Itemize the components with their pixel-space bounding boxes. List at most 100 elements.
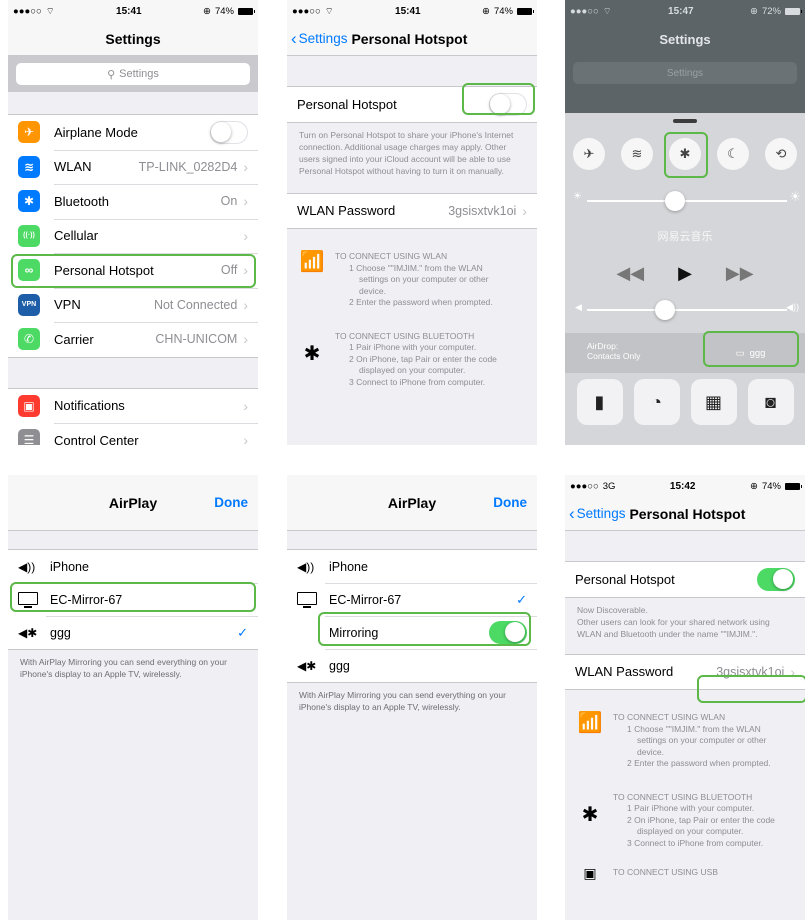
- device-row-ec-mirror[interactable]: EC-Mirror-67 ✓: [287, 583, 537, 616]
- settings-row-value: On: [220, 194, 238, 209]
- search-icon: ⚲: [107, 68, 116, 81]
- airdrop-button[interactable]: AirDrop: Contacts Only: [565, 333, 696, 373]
- rotation-lock-icon[interactable]: ⟲: [765, 138, 797, 170]
- phone-icon: ✆: [18, 328, 40, 351]
- brightness-slider[interactable]: [587, 191, 787, 211]
- device-row-ggg[interactable]: ◀✱ ggg ✓: [8, 616, 258, 649]
- tv-icon: [18, 591, 40, 608]
- password-group: WLAN Password 3gsisxtvk1oi ›: [287, 192, 537, 229]
- done-button[interactable]: Done: [214, 495, 248, 510]
- play-icon[interactable]: ▶: [678, 263, 692, 284]
- search-input[interactable]: ⚲ Settings: [16, 63, 250, 85]
- done-button[interactable]: Done: [493, 495, 527, 510]
- mirroring-label: Mirroring: [329, 625, 379, 640]
- settings-row-label: Airplane Mode: [54, 124, 138, 140]
- back-button[interactable]: ‹ Settings: [569, 505, 625, 522]
- settings-row-label: Bluetooth: [54, 193, 109, 209]
- settings-row-notifications[interactable]: ▣ Notifications ›: [8, 389, 258, 424]
- bt-step-3: 3 Connect to iPhone from computer.: [627, 837, 764, 848]
- bt-step-1: 1 Pair iPhone with your computer.: [627, 803, 755, 813]
- device-row-iphone[interactable]: ◀)) iPhone: [8, 550, 258, 583]
- do-not-disturb-icon[interactable]: ☾: [717, 138, 749, 170]
- network-type: 3G: [602, 480, 616, 492]
- wlan-instructions: 📶 TO CONNECT USING WLAN 1 Choose ""IMJIM…: [287, 243, 537, 309]
- usb-instructions: ▣ TO CONNECT USING USB: [565, 859, 805, 882]
- status-bar: ●●●○○ ⌔ 15:41 ⊕ 74%: [8, 0, 258, 22]
- lock-icon: ⊕: [750, 480, 758, 492]
- password-label: WLAN Password: [297, 203, 396, 219]
- page-title: AirPlay: [387, 494, 437, 511]
- toggle-row: ✈ ≋ ✱ ☾ ⟲: [565, 138, 805, 170]
- wlan-password-row[interactable]: WLAN Password 3gsisxtvk1oi ›: [565, 655, 805, 690]
- airplay-note: With AirPlay Mirroring you can send ever…: [20, 657, 227, 679]
- page-title: AirPlay: [108, 494, 158, 511]
- device-row-ec-mirror[interactable]: EC-Mirror-67: [8, 583, 258, 616]
- device-row-ggg[interactable]: ◀✱ ggg: [287, 649, 537, 682]
- rewind-icon[interactable]: ◀◀: [616, 263, 644, 284]
- wlan-password-row[interactable]: WLAN Password 3gsisxtvk1oi ›: [287, 194, 537, 229]
- airplay-note: With AirPlay Mirroring you can send ever…: [299, 690, 506, 712]
- page-title: Settings: [105, 30, 161, 47]
- back-button[interactable]: ‹ Settings: [291, 30, 347, 47]
- mirroring-toggle[interactable]: [489, 621, 527, 644]
- battery-icon: [784, 482, 802, 490]
- grabber-handle[interactable]: [673, 119, 697, 123]
- lock-icon: ⊕: [482, 5, 490, 17]
- battery-percent: 74%: [761, 480, 781, 492]
- hotspot-toggle[interactable]: [757, 567, 795, 591]
- airplane-mode-icon[interactable]: ✈: [573, 138, 605, 170]
- wlan-step-1c: device.: [637, 746, 664, 757]
- chevron-right-icon: ›: [243, 262, 248, 279]
- settings-row-control-center[interactable]: ☰ Control Center ›: [8, 423, 258, 445]
- device-name: iPhone: [329, 559, 368, 574]
- wifi-icon[interactable]: ≋: [621, 138, 653, 170]
- vpn-icon: VPN: [18, 293, 40, 316]
- settings-row-cellular[interactable]: ((·)) Cellular ›: [8, 218, 258, 254]
- airdrop-label: AirDrop:: [587, 341, 619, 351]
- nav-bar: AirPlay Done: [8, 475, 258, 531]
- hotspot-toggle-group: Personal Hotspot: [287, 86, 537, 123]
- chevron-left-icon: ‹: [291, 29, 297, 48]
- airplane-mode-toggle[interactable]: [210, 120, 248, 144]
- bt-step-2b: displayed on your computer.: [637, 826, 744, 836]
- airdrop-mode: Contacts Only: [587, 351, 641, 361]
- volume-knob[interactable]: [655, 300, 675, 320]
- nav-bar: ‹ Settings Personal Hotspot: [287, 22, 537, 56]
- chevron-left-icon: ‹: [569, 504, 575, 523]
- device-row-iphone[interactable]: ◀)) iPhone: [287, 550, 537, 583]
- now-playing-app: 网易云音乐: [657, 231, 713, 243]
- battery-percent: 74%: [214, 5, 234, 17]
- settings-row-label: Personal Hotspot: [54, 262, 154, 278]
- settings-row-airplane-mode[interactable]: ✈ Airplane Mode: [8, 115, 258, 150]
- settings-row-wlan[interactable]: ≋ WLAN TP-LINK_0282D4 ›: [8, 149, 258, 185]
- settings-row-personal-hotspot[interactable]: ∞ Personal Hotspot Off ›: [8, 253, 258, 288]
- settings-row-carrier[interactable]: ✆ Carrier CHN-UNICOM ›: [8, 322, 258, 357]
- airplay-mirroring-screen: AirPlay Done ◀)) iPhone EC-Mirror-67 ✓ M…: [287, 475, 537, 920]
- status-bar: ●●●○○ 3G 15:42 ⊕ 74%: [565, 475, 805, 497]
- bluetooth-icon[interactable]: ✱: [669, 138, 701, 170]
- wlan-step-2: 2 Enter the password when prompted.: [349, 297, 493, 307]
- checkmark-icon: ✓: [237, 624, 248, 640]
- nav-bar: AirPlay Done: [287, 475, 537, 531]
- control-center-sheet: ✈ ≋ ✱ ☾ ⟲ ☀ ☀ 网易云音乐 ◀◀ ▶ ▶▶ ◀ ◀)) AirDro…: [565, 113, 805, 445]
- calculator-icon[interactable]: ▦: [690, 379, 737, 425]
- flashlight-icon[interactable]: ▮: [576, 379, 623, 425]
- hotspot-toggle[interactable]: [489, 92, 527, 116]
- hotspot-icon: ∞: [18, 259, 40, 282]
- bluetooth-instructions: ✱ TO CONNECT USING BLUETOOTH 1 Pair iPho…: [287, 323, 537, 389]
- brightness-knob[interactable]: [665, 191, 685, 211]
- settings-row-vpn[interactable]: VPN VPN Not Connected ›: [8, 287, 258, 323]
- clock: 15:47: [668, 5, 694, 17]
- fast-forward-icon[interactable]: ▶▶: [726, 263, 754, 284]
- bluetooth-icon: ✱: [18, 190, 40, 213]
- checkmark-icon: ✓: [516, 591, 527, 607]
- chevron-right-icon: ›: [243, 432, 248, 445]
- settings-row-bluetooth[interactable]: ✱ Bluetooth On ›: [8, 184, 258, 219]
- page-title: Personal Hotspot: [351, 30, 468, 47]
- battery-icon: [784, 7, 802, 15]
- camera-icon[interactable]: ◙: [747, 379, 794, 425]
- volume-slider[interactable]: [587, 300, 787, 320]
- timer-icon[interactable]: ◔: [633, 379, 680, 425]
- signal-dots: ●●●○○: [570, 480, 599, 492]
- airplay-button[interactable]: ▭ ggg: [696, 333, 805, 373]
